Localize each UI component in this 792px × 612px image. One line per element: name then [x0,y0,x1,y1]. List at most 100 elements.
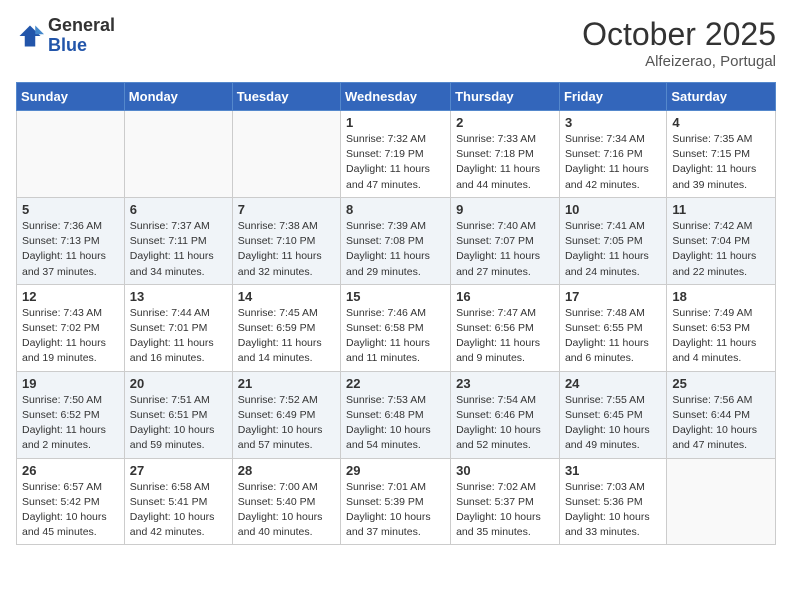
day-number: 18 [672,289,770,304]
day-info: Sunrise: 7:37 AM Sunset: 7:11 PM Dayligh… [130,219,227,280]
calendar-cell: 22 Sunrise: 7:53 AM Sunset: 6:48 PM Dayli… [341,371,451,458]
calendar-week-4: 19 Sunrise: 7:50 AM Sunset: 6:52 PM Dayli… [17,371,776,458]
day-number: 25 [672,376,770,391]
day-info: Sunrise: 7:46 AM Sunset: 6:58 PM Dayligh… [346,306,445,367]
day-info: Sunrise: 7:44 AM Sunset: 7:01 PM Dayligh… [130,306,227,367]
calendar-cell: 13Sunrise: 7:44 AM Sunset: 7:01 PM Dayli… [124,284,232,371]
day-info: Sunrise: 7:41 AM Sunset: 7:05 PM Dayligh… [565,219,661,280]
calendar-cell [667,458,776,545]
day-number: 2 [456,115,554,130]
calendar-cell: 9 Sunrise: 7:40 AM Sunset: 7:07 PM Daylig… [451,197,560,284]
calendar-week-3: 12 Sunrise: 7:43 AM Sunset: 7:02 PM Dayli… [17,284,776,371]
calendar-week-2: 5Sunrise: 7:36 AM Sunset: 7:13 PM Daylig… [17,197,776,284]
calendar-week-5: 26 Sunrise: 6:57 AM Sunset: 5:42 PM Dayli… [17,458,776,545]
day-info: Sunrise: 7:51 AM Sunset: 6:51 PM Dayligh… [130,393,227,454]
calendar-header-row: SundayMondayTuesdayWednesdayThursdayFrid… [17,83,776,111]
day-number: 24 [565,376,661,391]
day-info: Sunrise: 7:47 AM Sunset: 6:56 PM Dayligh… [456,306,554,367]
day-info: Sunrise: 7:35 AM Sunset: 7:15 PM Dayligh… [672,132,770,193]
calendar-cell: 1 Sunrise: 7:32 AM Sunset: 7:19 PM Daylig… [341,111,451,198]
calendar-cell: 17 Sunrise: 7:48 AM Sunset: 6:55 PM Dayli… [559,284,666,371]
day-number: 12 [22,289,119,304]
day-info: Sunrise: 7:03 AM Sunset: 5:36 PM Dayligh… [565,480,661,541]
day-info: Sunrise: 7:01 AM Sunset: 5:39 PM Dayligh… [346,480,445,541]
day-info: Sunrise: 7:40 AM Sunset: 7:07 PM Dayligh… [456,219,554,280]
calendar-cell: 21 Sunrise: 7:52 AM Sunset: 6:49 PM Dayli… [232,371,340,458]
day-number: 10 [565,202,661,217]
day-info: Sunrise: 7:42 AM Sunset: 7:04 PM Dayligh… [672,219,770,280]
title-block: October 2025 Alfeizerao, Portugal [582,16,776,70]
day-header-sunday: Sunday [17,83,125,111]
calendar-cell: 6 Sunrise: 7:37 AM Sunset: 7:11 PM Daylig… [124,197,232,284]
day-number: 11 [672,202,770,217]
day-number: 4 [672,115,770,130]
day-header-thursday: Thursday [451,83,560,111]
day-info: Sunrise: 7:55 AM Sunset: 6:45 PM Dayligh… [565,393,661,454]
day-number: 29 [346,463,445,478]
day-number: 22 [346,376,445,391]
day-info: Sunrise: 7:02 AM Sunset: 5:37 PM Dayligh… [456,480,554,541]
day-info: Sunrise: 7:50 AM Sunset: 6:52 PM Dayligh… [22,393,119,454]
day-info: Sunrise: 7:54 AM Sunset: 6:46 PM Dayligh… [456,393,554,454]
day-info: Sunrise: 7:53 AM Sunset: 6:48 PM Dayligh… [346,393,445,454]
day-info: Sunrise: 7:43 AM Sunset: 7:02 PM Dayligh… [22,306,119,367]
day-info: Sunrise: 7:52 AM Sunset: 6:49 PM Dayligh… [238,393,335,454]
calendar-cell: 30 Sunrise: 7:02 AM Sunset: 5:37 PM Dayli… [451,458,560,545]
day-number: 20 [130,376,227,391]
day-info: Sunrise: 7:38 AM Sunset: 7:10 PM Dayligh… [238,219,335,280]
day-info: Sunrise: 7:32 AM Sunset: 7:19 PM Dayligh… [346,132,445,193]
calendar-cell: 25 Sunrise: 7:56 AM Sunset: 6:44 PM Dayli… [667,371,776,458]
day-number: 3 [565,115,661,130]
day-number: 5 [22,202,119,217]
calendar-cell: 8Sunrise: 7:39 AM Sunset: 7:08 PM Daylig… [341,197,451,284]
day-number: 28 [238,463,335,478]
day-number: 7 [238,202,335,217]
day-info: Sunrise: 7:48 AM Sunset: 6:55 PM Dayligh… [565,306,661,367]
calendar-cell: 24 Sunrise: 7:55 AM Sunset: 6:45 PM Dayli… [559,371,666,458]
day-info: Sunrise: 7:49 AM Sunset: 6:53 PM Dayligh… [672,306,770,367]
day-info: Sunrise: 7:56 AM Sunset: 6:44 PM Dayligh… [672,393,770,454]
day-info: Sunrise: 6:58 AM Sunset: 5:41 PM Dayligh… [130,480,227,541]
day-number: 21 [238,376,335,391]
day-number: 31 [565,463,661,478]
calendar-cell: 28 Sunrise: 7:00 AM Sunset: 5:40 PM Dayli… [232,458,340,545]
day-header-saturday: Saturday [667,83,776,111]
day-number: 6 [130,202,227,217]
location-subtitle: Alfeizerao, Portugal [582,53,776,70]
day-number: 19 [22,376,119,391]
calendar-cell: 29 Sunrise: 7:01 AM Sunset: 5:39 PM Dayli… [341,458,451,545]
day-number: 26 [22,463,119,478]
calendar-cell: 18 Sunrise: 7:49 AM Sunset: 6:53 PM Dayli… [667,284,776,371]
calendar-cell: 23 Sunrise: 7:54 AM Sunset: 6:46 PM Dayli… [451,371,560,458]
calendar-cell: 4 Sunrise: 7:35 AM Sunset: 7:15 PM Daylig… [667,111,776,198]
calendar-cell: 11 Sunrise: 7:42 AM Sunset: 7:04 PM Dayli… [667,197,776,284]
day-number: 30 [456,463,554,478]
day-header-wednesday: Wednesday [341,83,451,111]
calendar-cell: 27Sunrise: 6:58 AM Sunset: 5:41 PM Dayli… [124,458,232,545]
calendar-cell: 14Sunrise: 7:45 AM Sunset: 6:59 PM Dayli… [232,284,340,371]
day-header-friday: Friday [559,83,666,111]
day-info: Sunrise: 7:39 AM Sunset: 7:08 PM Dayligh… [346,219,445,280]
logo: General Blue [16,16,115,56]
calendar-cell: 7 Sunrise: 7:38 AM Sunset: 7:10 PM Daylig… [232,197,340,284]
calendar-cell: 26 Sunrise: 6:57 AM Sunset: 5:42 PM Dayli… [17,458,125,545]
calendar-cell: 31 Sunrise: 7:03 AM Sunset: 5:36 PM Dayli… [559,458,666,545]
calendar-cell: 10 Sunrise: 7:41 AM Sunset: 7:05 PM Dayli… [559,197,666,284]
day-number: 14 [238,289,335,304]
day-number: 15 [346,289,445,304]
day-number: 23 [456,376,554,391]
day-number: 9 [456,202,554,217]
calendar-table: SundayMondayTuesdayWednesdayThursdayFrid… [16,82,776,545]
calendar-cell: 16 Sunrise: 7:47 AM Sunset: 6:56 PM Dayli… [451,284,560,371]
calendar-cell: 20 Sunrise: 7:51 AM Sunset: 6:51 PM Dayli… [124,371,232,458]
day-info: Sunrise: 6:57 AM Sunset: 5:42 PM Dayligh… [22,480,119,541]
day-number: 16 [456,289,554,304]
day-info: Sunrise: 7:00 AM Sunset: 5:40 PM Dayligh… [238,480,335,541]
calendar-cell: 2Sunrise: 7:33 AM Sunset: 7:18 PM Daylig… [451,111,560,198]
day-number: 17 [565,289,661,304]
calendar-cell: 12 Sunrise: 7:43 AM Sunset: 7:02 PM Dayli… [17,284,125,371]
day-number: 1 [346,115,445,130]
day-header-monday: Monday [124,83,232,111]
calendar-cell [124,111,232,198]
calendar-cell: 3Sunrise: 7:34 AM Sunset: 7:16 PM Daylig… [559,111,666,198]
